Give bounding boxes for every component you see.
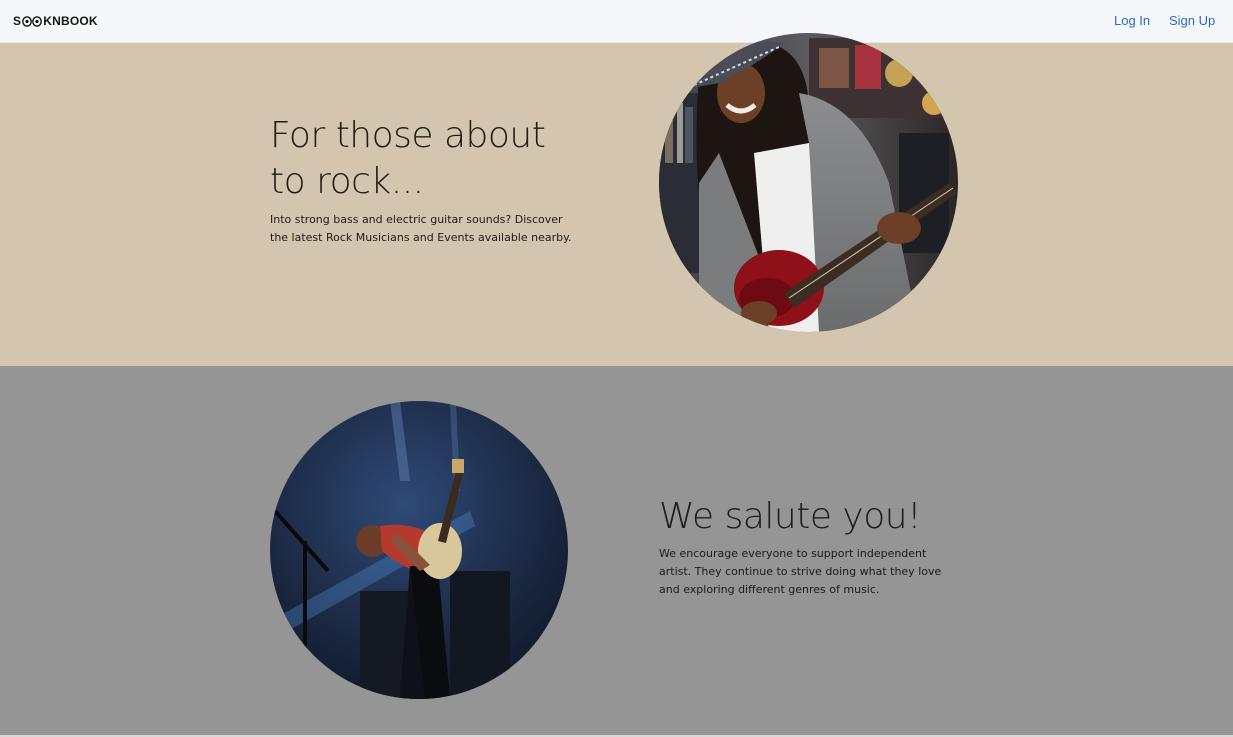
- top-navbar: S KNBOOK Log In Sign Up: [0, 0, 1233, 43]
- brand-prefix: S: [13, 14, 22, 28]
- brand-suffix: KNBOOK: [43, 14, 98, 28]
- brand-logo[interactable]: S KNBOOK: [13, 14, 98, 28]
- salute-section: We salute you! We encourage everyone to …: [0, 366, 1233, 735]
- login-link[interactable]: Log In: [1114, 13, 1150, 28]
- stage-guitarist-photo: [270, 401, 568, 699]
- salute-title: We salute you!: [659, 496, 922, 537]
- brand-eyes-icon: [22, 15, 43, 27]
- signup-link[interactable]: Sign Up: [1169, 13, 1215, 28]
- salute-description: We encourage everyone to support indepen…: [659, 547, 942, 596]
- hero-section: For those about to rock... Into strong b…: [0, 33, 1233, 366]
- hero-description: Into strong bass and electric guitar sou…: [270, 213, 572, 244]
- guitarist-woman-photo: [659, 33, 958, 332]
- hero-title: For those about to rock...: [270, 115, 546, 202]
